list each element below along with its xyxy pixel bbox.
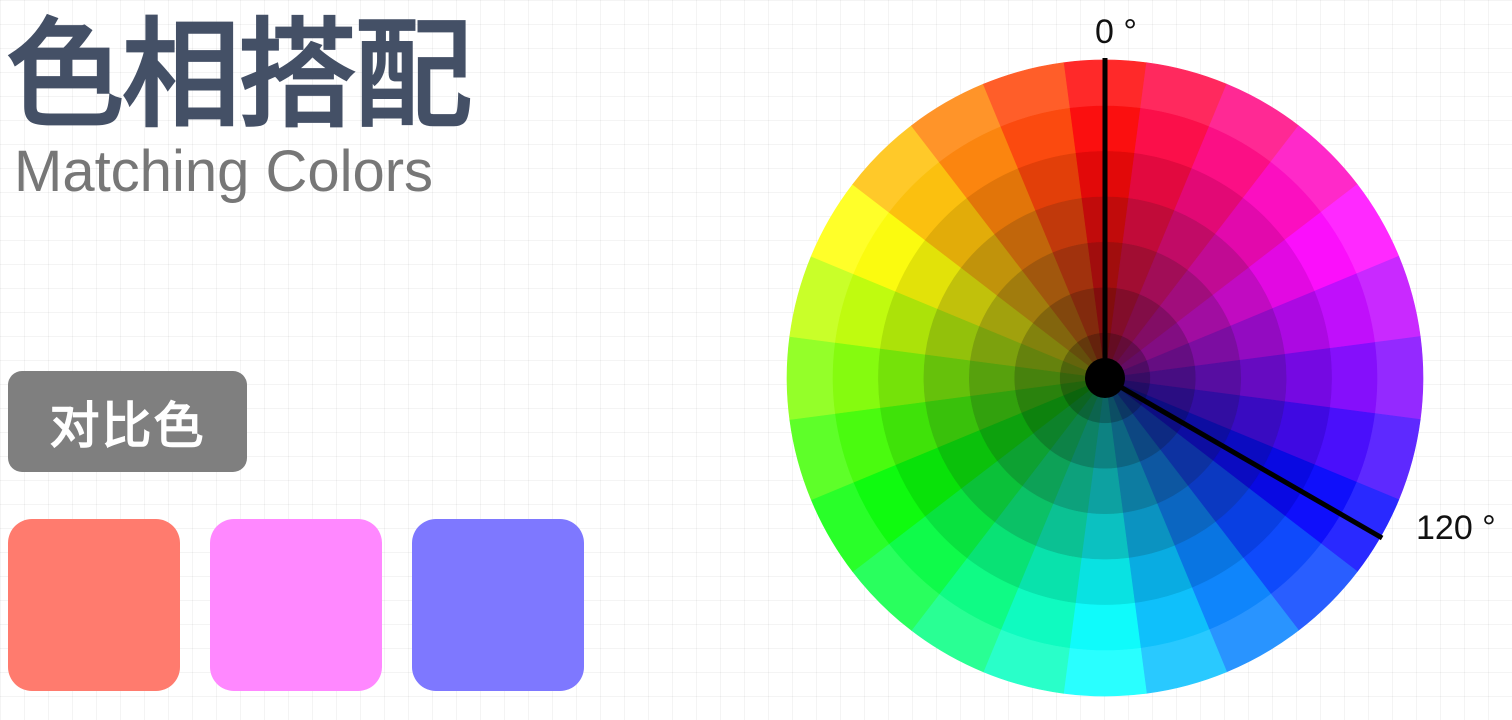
wheel-segment	[1063, 647, 1147, 697]
wheel-segment	[1239, 353, 1287, 403]
color-wheel-area: 0 ° 120 °	[760, 0, 1512, 720]
wheel-segment	[832, 342, 881, 414]
wheel-segment	[877, 348, 926, 408]
wheel-segment	[968, 359, 1016, 397]
wheel-segment	[1075, 557, 1135, 606]
angle-label-0: 0 °	[1095, 13, 1137, 51]
page-subtitle: Matching Colors	[14, 139, 434, 204]
swatch-magenta	[210, 519, 382, 691]
swatch-red	[8, 519, 180, 691]
wheel-segment	[1329, 342, 1378, 414]
wheel-segment	[1374, 336, 1424, 420]
wheel-center-dot	[1085, 358, 1125, 398]
angle-label-120: 120 °	[1416, 509, 1496, 547]
color-wheel	[786, 58, 1424, 697]
page-title: 色相搭配	[6, 6, 472, 144]
wheel-segment	[1194, 359, 1242, 397]
wheel-segment	[786, 336, 836, 420]
wheel-segment	[1086, 467, 1124, 515]
wheel-segment	[923, 353, 971, 403]
category-badge: 对比色	[8, 371, 247, 472]
wheel-segment	[1080, 512, 1130, 560]
wheel-segment	[1284, 348, 1333, 408]
wheel-segment	[1069, 602, 1141, 651]
swatch-blue-violet	[412, 519, 584, 691]
